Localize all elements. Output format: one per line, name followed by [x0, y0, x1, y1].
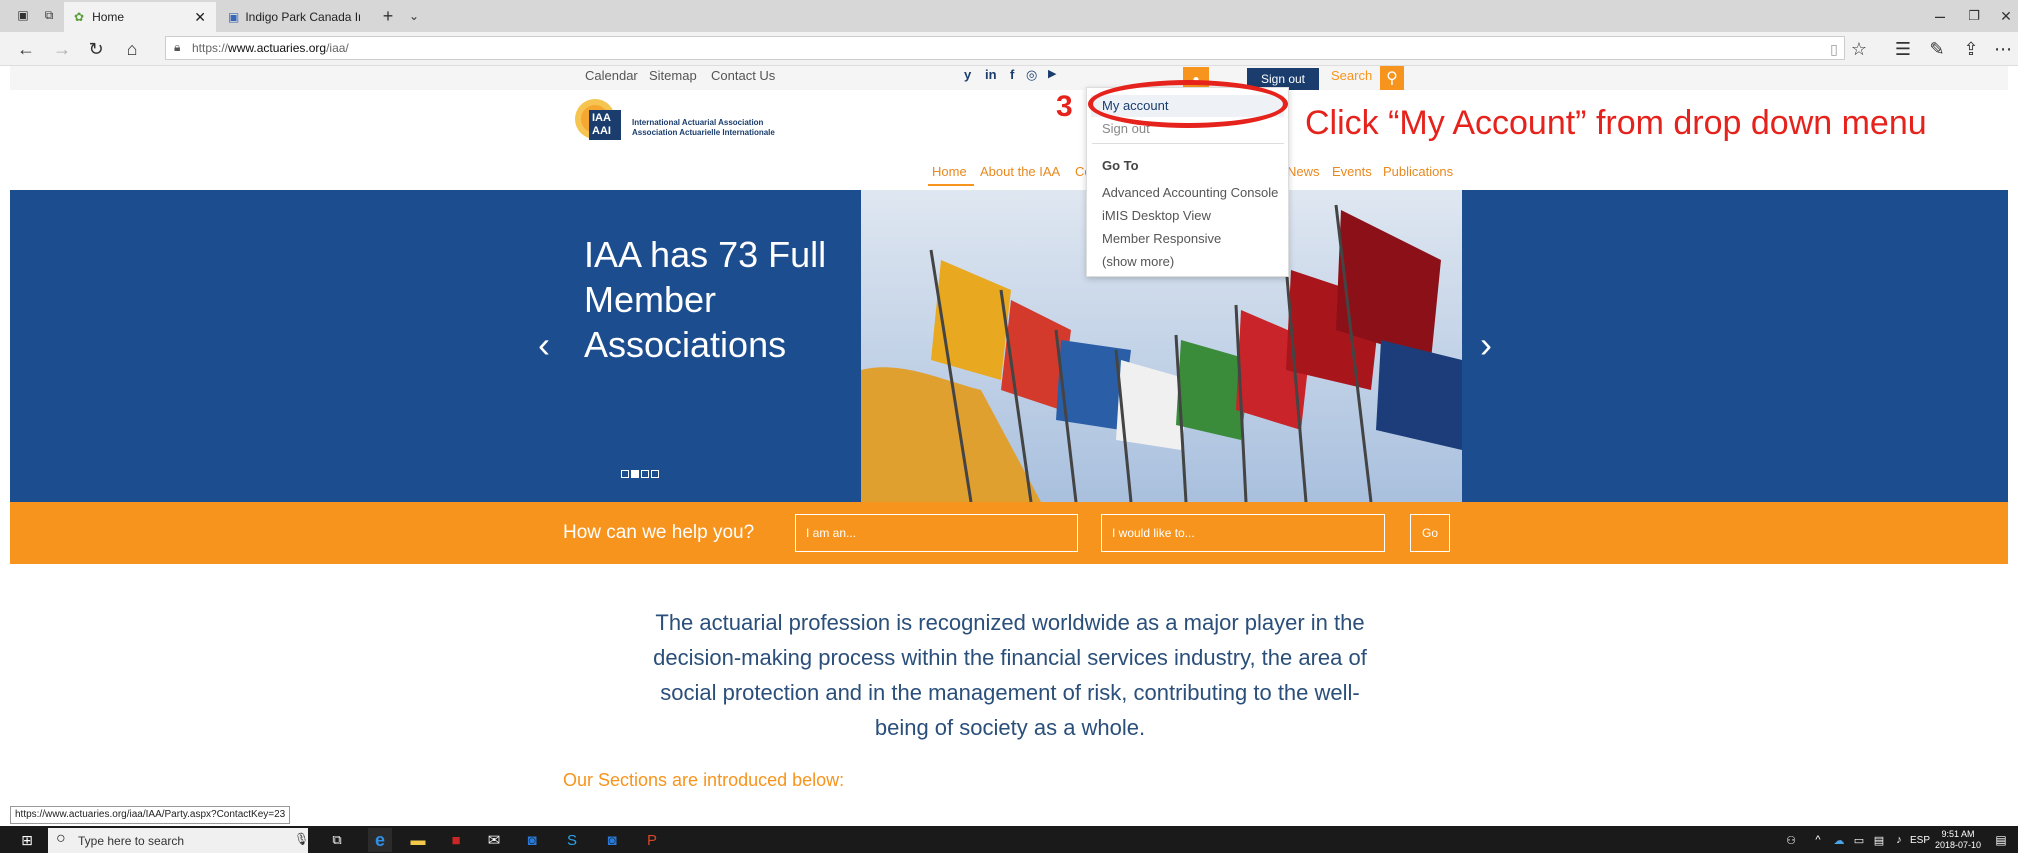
- sections-heading: Our Sections are introduced below:: [563, 770, 845, 790]
- tab-indigo[interactable]: ▣ Indigo Park Canada Inc. - Pa: [218, 2, 370, 32]
- tray-chevron-icon[interactable]: ^: [1810, 829, 1826, 851]
- url-input[interactable]: 🔒︎ https://www.actuaries.org/iaa/: [165, 36, 1845, 60]
- task-view-icon[interactable]: ⧉: [326, 829, 348, 851]
- imis-desktop-link[interactable]: iMIS Desktop View: [1102, 208, 1211, 223]
- carousel-dot[interactable]: [621, 470, 629, 478]
- status-url-tooltip: https://www.actuaries.org/iaa/IAA/Party.…: [10, 806, 291, 824]
- volume-icon[interactable]: ♪: [1890, 829, 1908, 851]
- search-icon[interactable]: ⚲: [1380, 66, 1404, 90]
- tab-actions-icon[interactable]: ▣: [14, 6, 32, 24]
- powerpoint-icon[interactable]: P: [640, 828, 664, 852]
- sitemap-link[interactable]: Sitemap: [649, 68, 697, 83]
- dropdown-divider: [1092, 143, 1284, 144]
- edge-app-icon[interactable]: e: [368, 828, 392, 852]
- intro-text: The actuarial profession is recognized w…: [653, 610, 1367, 740]
- notes-pen-icon[interactable]: ✎: [1926, 38, 1948, 60]
- clock-date: 2018-07-10: [1934, 840, 1982, 850]
- tabs-aside-icon[interactable]: ⧉: [40, 6, 58, 24]
- page-favicon-icon: ▣: [228, 10, 240, 24]
- taskbar-search-placeholder: Type here to search: [78, 834, 185, 848]
- clock-time: 9:51 AM: [1941, 829, 1975, 839]
- onedrive-icon[interactable]: ☁: [1830, 829, 1848, 851]
- iaa-logo[interactable]: IAA AAI: [573, 96, 623, 142]
- file-explorer-icon[interactable]: ▬: [406, 828, 430, 852]
- logo-name-fr: Association Actuarielle Internationale: [632, 128, 775, 137]
- clock[interactable]: 9:51 AM 2018-07-10: [1934, 829, 1982, 851]
- back-icon[interactable]: ←: [14, 38, 38, 60]
- calendar-link[interactable]: Calendar: [585, 68, 638, 83]
- search-label[interactable]: Search: [1331, 68, 1372, 83]
- contact-us-link[interactable]: Contact Us: [711, 68, 775, 83]
- advanced-accounting-link[interactable]: Advanced Accounting Console: [1102, 185, 1278, 200]
- battery-icon[interactable]: ▭: [1850, 829, 1868, 851]
- hero-title: IAA has 73 Full Member Associations: [584, 234, 827, 365]
- carousel-dots: [621, 470, 659, 478]
- restore-icon[interactable]: ❐: [1964, 6, 1984, 26]
- favorites-hub-icon[interactable]: ☰: [1892, 38, 1914, 60]
- outlook-icon[interactable]: ◙: [520, 828, 544, 852]
- annotation-instruction: Click “My Account” from drop down menu: [1305, 104, 1927, 142]
- nav-home[interactable]: Home: [932, 164, 967, 179]
- nav-news[interactable]: News: [1287, 164, 1320, 179]
- url-prefix: https://: [192, 41, 229, 55]
- facebook-icon[interactable]: f: [1010, 67, 1014, 82]
- tab-preview-chevron-icon[interactable]: ⌄: [404, 6, 424, 26]
- i-am-select[interactable]: I am an...: [795, 514, 1078, 552]
- twitter-icon[interactable]: y: [964, 67, 971, 82]
- youtube-icon[interactable]: ▶: [1048, 67, 1056, 80]
- more-icon[interactable]: ⋯: [1992, 38, 2014, 60]
- tab-label: Home: [92, 10, 125, 24]
- windows-start-icon[interactable]: ⊞: [16, 829, 38, 851]
- show-more-link[interactable]: (show more): [1102, 254, 1174, 269]
- goto-heading: Go To: [1102, 158, 1139, 173]
- nav-publications[interactable]: Publications: [1383, 164, 1453, 179]
- go-button[interactable]: Go: [1410, 514, 1450, 552]
- help-question: How can we help you?: [563, 522, 755, 543]
- network-icon[interactable]: ▤: [1870, 829, 1888, 851]
- carousel-dot-active[interactable]: [631, 470, 639, 478]
- microphone-icon[interactable]: 🎙︎: [294, 832, 309, 846]
- logo-badge: IAA AAI: [592, 112, 611, 137]
- logo-name-en: International Actuarial Association: [632, 118, 764, 127]
- favorite-star-icon[interactable]: ☆: [1848, 38, 1870, 60]
- minimize-icon[interactable]: –: [1930, 6, 1950, 26]
- site-utility-bar: [10, 66, 2008, 90]
- carousel-dot[interactable]: [641, 470, 649, 478]
- member-responsive-link[interactable]: Member Responsive: [1102, 231, 1221, 246]
- url-host: www.actuaries.org: [228, 41, 327, 55]
- search-circle-icon: ○: [56, 830, 66, 847]
- i-would-like-select[interactable]: I would like to...: [1101, 514, 1385, 552]
- url-path: /iaa/: [326, 41, 349, 55]
- action-center-icon[interactable]: ▤: [1990, 829, 2012, 851]
- new-tab-icon[interactable]: +: [378, 6, 398, 26]
- nav-events[interactable]: Events: [1332, 164, 1372, 179]
- forward-icon[interactable]: →: [50, 38, 74, 60]
- refresh-icon[interactable]: ↻: [84, 38, 108, 60]
- people-icon[interactable]: ⚇: [1782, 829, 1800, 851]
- linkedin-icon[interactable]: in: [985, 67, 997, 82]
- annotation-ellipse: [1088, 80, 1288, 128]
- outlook-2-icon[interactable]: ◙: [600, 828, 624, 852]
- instagram-icon[interactable]: ◎: [1026, 67, 1037, 83]
- nav-about[interactable]: About the IAA: [980, 164, 1060, 179]
- close-tab-icon[interactable]: ✕: [194, 9, 206, 26]
- carousel-dot[interactable]: [651, 470, 659, 478]
- app-red-icon[interactable]: ■: [444, 828, 468, 852]
- annotation-step-number: 3: [1056, 90, 1073, 123]
- carousel-prev-icon[interactable]: ‹: [538, 324, 550, 366]
- home-icon[interactable]: ⌂: [120, 38, 144, 60]
- mail-icon[interactable]: ✉: [482, 828, 506, 852]
- lock-icon: 🔒︎: [174, 40, 181, 54]
- tab-label: Indigo Park Canada Inc. - Pa: [245, 10, 360, 24]
- skype-icon[interactable]: S: [560, 828, 584, 852]
- page-favicon-icon: ✿: [74, 10, 85, 24]
- nav-active-underline: [928, 184, 974, 186]
- close-window-icon[interactable]: ✕: [1996, 6, 2016, 26]
- share-icon[interactable]: ⇪: [1960, 38, 1982, 60]
- carousel-next-icon[interactable]: ›: [1480, 324, 1492, 366]
- reading-view-icon[interactable]: ▯: [1824, 38, 1844, 60]
- taskbar-search-box[interactable]: ○ Type here to search 🎙︎: [48, 828, 309, 853]
- language-indicator[interactable]: ESP: [1910, 835, 1930, 846]
- tab-home[interactable]: ✿ Home ✕: [64, 2, 216, 32]
